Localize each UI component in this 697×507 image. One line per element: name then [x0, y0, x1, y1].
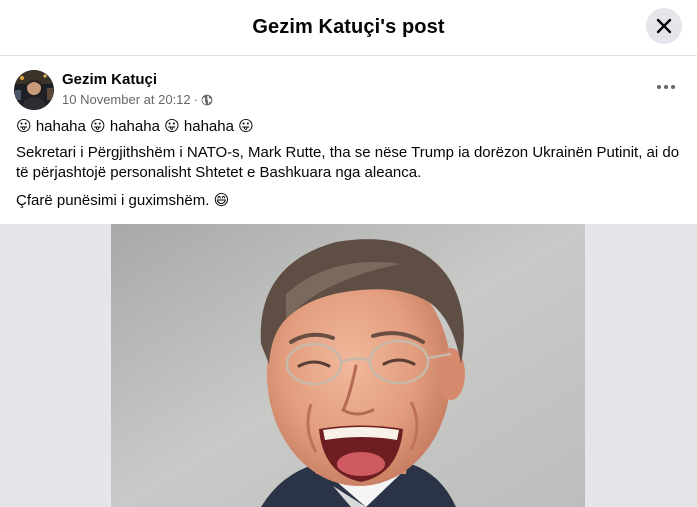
- post-media[interactable]: [0, 224, 697, 507]
- more-options-button[interactable]: [652, 77, 680, 97]
- post-text: 😛 hahaha 😛 hahaha 😛 hahaha 😛 Sekretari i…: [16, 117, 681, 211]
- tongue-emoji-icon: 😛: [16, 118, 32, 135]
- dialog-title: Gezim Katuçi's post: [252, 16, 445, 38]
- post-photo[interactable]: [111, 224, 585, 507]
- emoji-word: hahaha: [35, 118, 86, 135]
- tongue-emoji-icon: 😛: [238, 118, 254, 135]
- grin-emoji-icon: 😄: [213, 192, 230, 209]
- meta-separator: ·: [193, 92, 198, 107]
- post-body: Sekretari i Përgjithshëm i NATO-s, Mark …: [16, 144, 680, 181]
- emoji-line: 😛 hahaha 😛 hahaha 😛 hahaha 😛: [16, 117, 681, 137]
- emoji-word: hahaha: [109, 118, 160, 135]
- post-header: Gezim Katuçi 10 November at 20:12 ·: [14, 69, 684, 111]
- dialog-header: Gezim Katuçi's post: [0, 0, 697, 56]
- closing-text: Çfarë punësimi i guximshëm.: [16, 192, 210, 209]
- more-options-icon: [657, 85, 661, 89]
- author-name[interactable]: Gezim Katuçi: [62, 71, 157, 88]
- close-icon: [656, 18, 672, 34]
- post-meta: 10 November at 20:12 ·: [62, 92, 213, 107]
- post-timestamp[interactable]: 10 November at 20:12: [62, 92, 191, 107]
- close-button[interactable]: [646, 8, 682, 44]
- globe-icon: [201, 94, 213, 105]
- post-closing: Çfarë punësimi i guximshëm. 😄: [16, 191, 681, 211]
- tongue-emoji-icon: 😛: [90, 118, 106, 135]
- emoji-word: hahaha: [183, 118, 234, 135]
- tongue-emoji-icon: 😛: [164, 118, 180, 135]
- post-dialog: Gezim Katuçi's post Gezim Katuçi 10 Nove: [0, 0, 697, 507]
- avatar[interactable]: [14, 70, 54, 110]
